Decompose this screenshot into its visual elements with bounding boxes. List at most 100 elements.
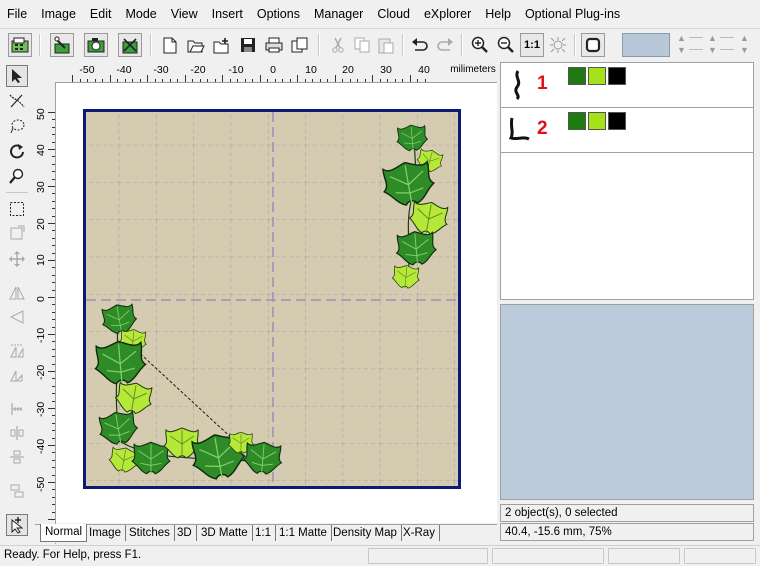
- menu-mode[interactable]: Mode: [118, 0, 163, 28]
- center-v-icon[interactable]: [6, 446, 28, 468]
- align-icon[interactable]: [6, 480, 28, 502]
- move-icon[interactable]: [6, 248, 28, 270]
- rect-select-icon[interactable]: [6, 198, 28, 220]
- menu-explorer[interactable]: eXplorer: [417, 0, 478, 28]
- flip-icon[interactable]: [6, 340, 28, 362]
- actual-size-label: 1:1: [524, 39, 540, 51]
- zoom-icon[interactable]: [6, 165, 28, 187]
- ruler-tick: [52, 319, 55, 321]
- ruler-tick: [117, 79, 118, 82]
- tab-normal[interactable]: Normal: [40, 524, 88, 542]
- ruler-tick: [52, 459, 55, 461]
- ivy-thumbnail-icon: [514, 70, 521, 101]
- ruler-tick: [289, 79, 291, 82]
- add-tool-icon[interactable]: [6, 514, 28, 536]
- spin-down-icon[interactable]: ▼: [740, 45, 749, 55]
- spin-up-icon[interactable]: ▲: [677, 33, 686, 43]
- tab-stitches[interactable]: Stitches: [125, 525, 175, 541]
- object-row-2[interactable]: 2: [501, 108, 753, 153]
- menu-image[interactable]: Image: [34, 0, 83, 28]
- menu-cloud[interactable]: Cloud: [370, 0, 417, 28]
- color-field[interactable]: [622, 33, 670, 57]
- mirror-v-icon[interactable]: [6, 306, 28, 328]
- ruler-tick: [52, 341, 55, 343]
- ruler-tick: [52, 422, 55, 424]
- copy-design-icon[interactable]: [288, 33, 312, 57]
- object-row-1[interactable]: 1: [501, 63, 753, 108]
- add-icon[interactable]: [210, 33, 234, 57]
- ruler-tick: [52, 230, 55, 232]
- cut-icon[interactable]: [326, 33, 350, 57]
- tab-density-map[interactable]: Density Map: [329, 525, 402, 541]
- ruler-tick: [304, 79, 306, 82]
- status-text: Ready. For Help, press F1.: [4, 549, 142, 561]
- ruler-tick: [48, 371, 55, 372]
- copy-icon[interactable]: [350, 33, 374, 57]
- camera-icon[interactable]: [84, 33, 108, 57]
- card-reader-icon[interactable]: [8, 33, 32, 57]
- slant-icon[interactable]: [6, 364, 28, 386]
- save-icon[interactable]: [236, 33, 260, 57]
- menu-options[interactable]: Options: [250, 0, 307, 28]
- ruler-tick: [364, 79, 366, 82]
- design-canvas[interactable]: [56, 83, 497, 523]
- ruler-label: 50: [35, 108, 47, 120]
- hoop-icon[interactable]: [581, 33, 605, 57]
- tab-x-ray[interactable]: X-Ray: [399, 525, 440, 541]
- menu-insert[interactable]: Insert: [205, 0, 250, 28]
- menu-help[interactable]: Help: [478, 0, 518, 28]
- resize-icon[interactable]: [6, 222, 28, 244]
- ruler-tick: [214, 79, 216, 82]
- rotate-icon[interactable]: [6, 140, 28, 162]
- separator: [318, 34, 320, 56]
- menu-file[interactable]: File: [0, 0, 34, 28]
- ruler-tick: [52, 378, 55, 380]
- actual-size-icon[interactable]: 1:1: [520, 33, 544, 57]
- center-h-icon[interactable]: [6, 422, 28, 444]
- spin-down-icon[interactable]: ▼: [708, 45, 717, 55]
- ruler-tick: [52, 289, 55, 291]
- tab-1-1-matte[interactable]: 1:1 Matte: [275, 525, 332, 541]
- menu-edit[interactable]: Edit: [83, 0, 119, 28]
- tab-image[interactable]: Image: [85, 525, 126, 541]
- tab-3d-matte[interactable]: 3D Matte: [197, 525, 253, 541]
- color-swatch[interactable]: [568, 112, 586, 130]
- menu-optional-plugins[interactable]: Optional Plug-ins: [518, 0, 627, 28]
- stitch-wizard-icon[interactable]: [118, 33, 142, 57]
- ruler-label: -30: [153, 64, 169, 76]
- paste-icon[interactable]: [374, 33, 398, 57]
- ruler-icon[interactable]: [6, 398, 28, 420]
- lasso-icon[interactable]: [6, 115, 28, 137]
- color-swatch[interactable]: [588, 67, 606, 85]
- color-swatch[interactable]: [588, 112, 606, 130]
- select-icon[interactable]: [6, 65, 28, 87]
- zoom-fit-icon[interactable]: [546, 33, 570, 57]
- print-icon[interactable]: [262, 33, 286, 57]
- tab-3d[interactable]: 3D: [173, 525, 197, 541]
- color-swatch[interactable]: [608, 67, 626, 85]
- ruler-tick: [222, 75, 223, 82]
- ruler-tick: [48, 519, 55, 520]
- wizard-icon[interactable]: [50, 33, 74, 57]
- color-swatch[interactable]: [608, 112, 626, 130]
- spin-up-icon[interactable]: ▲: [740, 33, 749, 43]
- open-icon[interactable]: [184, 33, 208, 57]
- ruler-tick: [79, 79, 81, 82]
- cut-path-icon[interactable]: [6, 90, 28, 112]
- ruler-tick: [48, 482, 55, 483]
- horizontal-ruler: -50 -40 -30 -20 -10 0 10 20 30 40 milime…: [35, 62, 497, 83]
- mirror-h-icon[interactable]: [6, 282, 28, 304]
- redo-icon[interactable]: [433, 33, 457, 57]
- spin-down-icon[interactable]: ▼: [677, 45, 686, 55]
- zoom-in-icon[interactable]: [468, 33, 492, 57]
- tab-1-1[interactable]: 1:1: [251, 525, 276, 541]
- menu-view[interactable]: View: [164, 0, 205, 28]
- spin-up-icon[interactable]: ▲: [708, 33, 717, 43]
- new-icon[interactable]: [158, 33, 182, 57]
- zoom-out-icon[interactable]: [494, 33, 518, 57]
- ruler-tick: [52, 252, 55, 254]
- color-swatch[interactable]: [568, 67, 586, 85]
- menu-manager[interactable]: Manager: [307, 0, 370, 28]
- undo-icon[interactable]: [408, 33, 432, 57]
- ruler-tick: [52, 126, 55, 128]
